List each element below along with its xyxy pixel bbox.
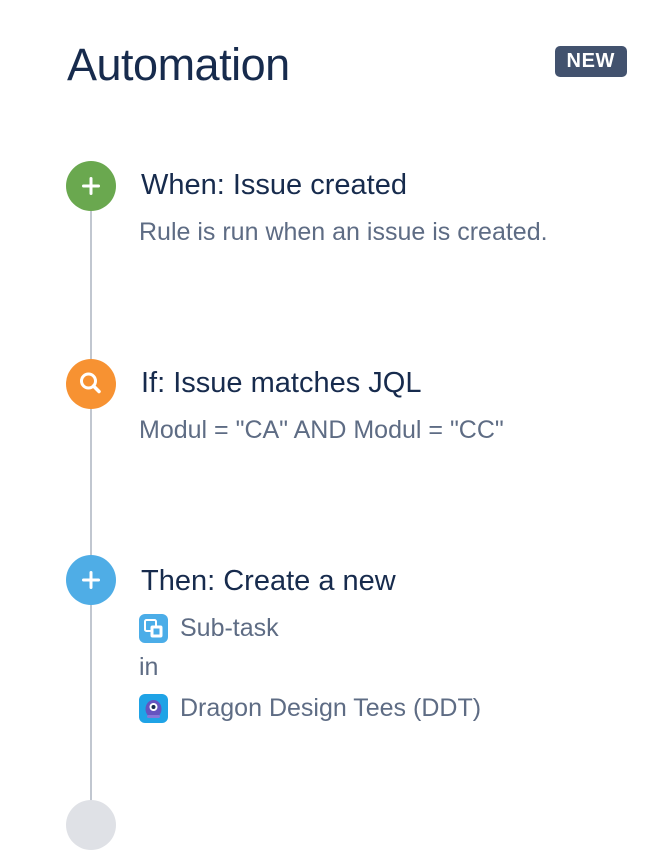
subtask-icon (139, 614, 168, 643)
step-trigger-description: Rule is run when an issue is created. (139, 218, 548, 246)
project-label: Dragon Design Tees (DDT) (180, 694, 482, 722)
step-condition-title[interactable]: If: Issue matches JQL (141, 365, 421, 401)
step-condition-jql: Modul = "CA" AND Modul = "CC" (139, 416, 504, 444)
new-badge: NEW (554, 46, 627, 77)
connector-in: in (139, 653, 159, 681)
condition-search-icon[interactable] (66, 359, 116, 409)
next-step-circle[interactable] (66, 800, 116, 850)
step-trigger-title[interactable]: When: Issue created (141, 167, 407, 203)
timeline-connector (90, 190, 92, 814)
dragon-avatar-icon (139, 694, 168, 723)
issue-type-label: Sub-task (180, 614, 279, 642)
automation-header: Automation NEW (67, 38, 627, 92)
page-title: Automation (67, 39, 290, 90)
action-plus-icon[interactable] (66, 555, 116, 605)
step-action-title[interactable]: Then: Create a new (141, 563, 396, 599)
trigger-plus-icon[interactable] (66, 161, 116, 211)
